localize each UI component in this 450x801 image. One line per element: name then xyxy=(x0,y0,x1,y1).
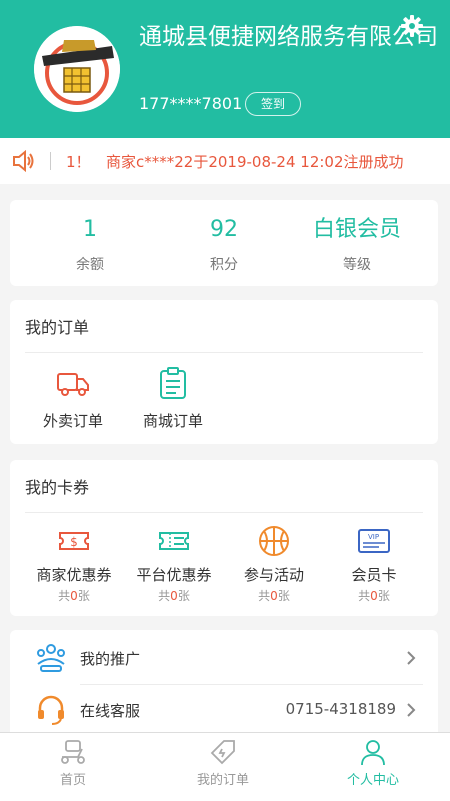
signin-button[interactable]: 签到 xyxy=(245,92,301,116)
service-phone: 0715-4318189 xyxy=(285,700,396,718)
order-label: 商城订单 xyxy=(142,412,203,430)
avatar[interactable] xyxy=(34,26,120,112)
notice-divider xyxy=(50,152,51,170)
account-stats-card: 1 余额 92 积分 白银会员 等级 xyxy=(10,200,438,286)
svg-text:$: $ xyxy=(70,535,78,549)
person-icon xyxy=(361,740,385,766)
coupon-label: 平台优惠券 xyxy=(136,566,212,584)
coupons-title: 我的卡券 xyxy=(25,478,90,497)
my-coupons-card: 我的卡券 $ 商家优惠券 共0张 平台优惠券 共0张 参与活动 共0张 VIP … xyxy=(10,460,438,616)
vip-card-icon: VIP xyxy=(358,529,390,553)
chevron-right-icon xyxy=(407,651,416,665)
tab-label: 我的订单 xyxy=(196,773,249,788)
bottom-tab-bar: 首页 我的订单 个人中心 xyxy=(0,732,450,801)
tab-profile[interactable]: 个人中心 xyxy=(308,737,438,788)
clipboard-icon xyxy=(160,367,186,399)
basketball-icon xyxy=(259,526,289,556)
coupon-count: 共0张 xyxy=(58,589,90,603)
stat-label: 积分 xyxy=(210,257,238,273)
chevron-right-icon xyxy=(407,703,416,717)
section-divider xyxy=(25,352,423,353)
stat-level[interactable]: 白银会员 等级 xyxy=(287,214,427,274)
menu-list: 我的推广 在线客服 0715-4318189 xyxy=(10,630,438,740)
coupon-label: 参与活动 xyxy=(243,566,304,584)
tab-label: 首页 xyxy=(59,773,86,788)
coupon-count: 共0张 xyxy=(258,589,290,603)
section-divider xyxy=(25,512,423,513)
tab-home[interactable]: 首页 xyxy=(8,737,138,788)
speaker-icon xyxy=(13,150,34,172)
stat-value: 92 xyxy=(210,217,238,242)
mall-orders-button[interactable]: 商城订单 xyxy=(118,366,228,431)
notice-bar[interactable]: 1！ 商家c****22于2019-08-24 12:02注册成功 xyxy=(0,138,450,184)
activities-button[interactable]: 参与活动 共0张 xyxy=(222,524,326,604)
member-card-button[interactable]: VIP 会员卡 共0张 xyxy=(322,524,426,604)
coupon-label: 商家优惠券 xyxy=(36,566,112,584)
order-tag-icon xyxy=(210,740,235,765)
order-label: 外卖订单 xyxy=(42,412,103,430)
gear-icon[interactable] xyxy=(400,14,424,38)
scooter-icon xyxy=(61,740,85,764)
merchant-coupon-button[interactable]: $ 商家优惠券 共0张 xyxy=(22,524,126,604)
coupon-count: 共0张 xyxy=(158,589,190,603)
stat-value: 1 xyxy=(83,217,97,242)
row-label: 在线客服 xyxy=(80,702,141,720)
headset-icon xyxy=(38,695,64,725)
promotion-icon xyxy=(37,644,65,672)
ticket-icon xyxy=(159,532,189,550)
stat-label: 等级 xyxy=(343,257,371,273)
takeout-orders-button[interactable]: 外卖订单 xyxy=(18,366,128,431)
row-label: 我的推广 xyxy=(80,650,141,668)
stat-balance[interactable]: 1 余额 xyxy=(20,214,160,274)
profile-header: 通城县便捷网络服务有限公司 177****7801 签到 xyxy=(0,0,450,138)
stat-label: 余额 xyxy=(76,257,104,273)
coupon-count: 共0张 xyxy=(358,589,390,603)
shop-logo-icon xyxy=(34,26,120,112)
tab-my-orders[interactable]: 我的订单 xyxy=(158,737,288,788)
my-orders-card: 我的订单 外卖订单 商城订单 xyxy=(10,300,438,444)
online-service-row[interactable]: 在线客服 0715-4318189 xyxy=(10,684,438,736)
coupon-label: 会员卡 xyxy=(351,566,397,584)
notice-text: 商家c****22于2019-08-24 12:02注册成功 xyxy=(106,153,404,171)
platform-coupon-button[interactable]: 平台优惠券 共0张 xyxy=(122,524,226,604)
truck-icon xyxy=(57,373,89,396)
stat-value: 白银会员 xyxy=(312,217,401,242)
stat-points[interactable]: 92 积分 xyxy=(154,214,294,274)
orders-title: 我的订单 xyxy=(25,318,90,337)
tab-label: 个人中心 xyxy=(346,773,399,788)
dollar-ticket-icon: $ xyxy=(59,532,89,550)
notice-prefix: 1！ xyxy=(66,153,91,171)
my-promotion-row[interactable]: 我的推广 xyxy=(10,632,438,685)
vip-card-text: VIP xyxy=(368,533,379,541)
phone-number: 177****7801 xyxy=(139,94,243,113)
